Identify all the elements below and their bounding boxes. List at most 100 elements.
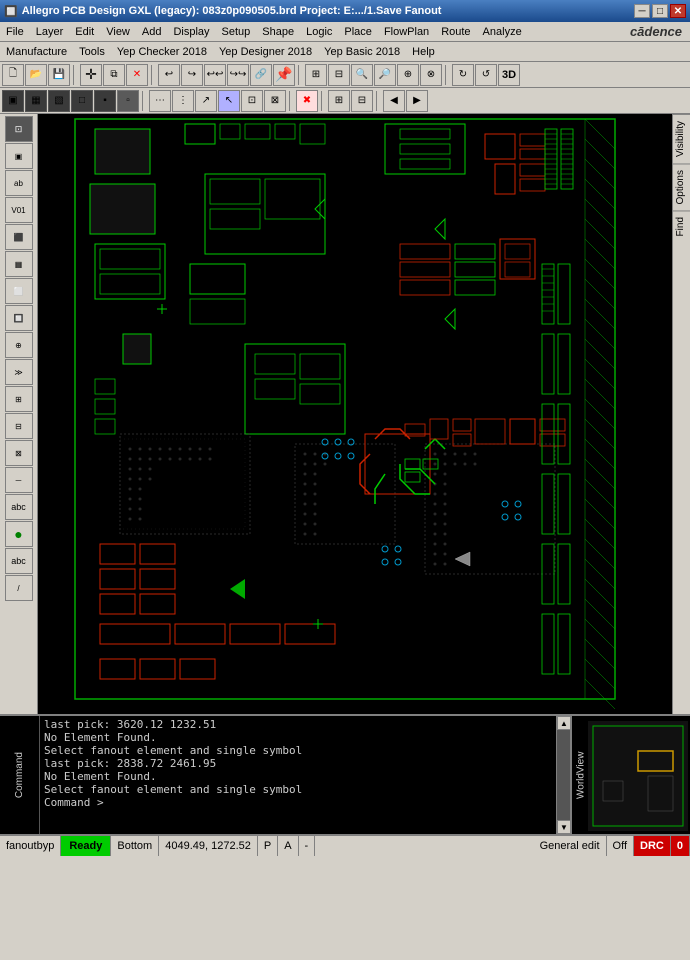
a-indicator[interactable]: A — [278, 836, 298, 856]
tb-copy[interactable]: ⧉ — [103, 64, 125, 86]
mode-indicator: General edit — [534, 836, 607, 856]
tb-ratsnest[interactable]: 🔗 — [250, 64, 272, 86]
minimize-button[interactable]: ─ — [634, 4, 650, 18]
lt-2[interactable]: ab — [5, 170, 33, 196]
menu-layer[interactable]: Layer — [30, 24, 70, 40]
menu-help[interactable]: Help — [406, 44, 441, 60]
off-indicator: Off — [607, 836, 634, 856]
tb2-del[interactable]: ✖ — [296, 90, 318, 112]
tb2-1[interactable]: ▣ — [2, 90, 24, 112]
menu-file[interactable]: File — [0, 24, 30, 40]
menu-add[interactable]: Add — [136, 24, 168, 40]
find-tab[interactable]: Find — [673, 210, 690, 242]
lt-4[interactable]: ⬛ — [5, 224, 33, 250]
menu-analyze[interactable]: Analyze — [477, 24, 528, 40]
lt-10[interactable]: ⊞ — [5, 386, 33, 412]
drc-indicator[interactable]: DRC — [634, 836, 671, 856]
tb-open[interactable]: 📂 — [25, 64, 47, 86]
tb2-11[interactable]: ⊞ — [328, 90, 350, 112]
lt-text[interactable]: abc — [5, 494, 33, 520]
lt-12[interactable]: ⊠ — [5, 440, 33, 466]
tb-zoom-in[interactable]: 🔍 — [351, 64, 373, 86]
tb-grid2[interactable]: ⊟ — [328, 64, 350, 86]
lt-8[interactable]: ⊕ — [5, 332, 33, 358]
app-icon: 🔲 — [4, 5, 18, 18]
menu-view[interactable]: View — [100, 24, 136, 40]
tb2-8[interactable]: ⋮ — [172, 90, 194, 112]
canvas-area[interactable] — [38, 114, 672, 714]
right-panel: Visibility Options Find — [672, 114, 690, 714]
tb-new[interactable]: 🗋 — [2, 64, 24, 86]
p-indicator[interactable]: P — [258, 836, 278, 856]
tb2-arr-l[interactable]: ◀ — [383, 90, 405, 112]
tb-undo2[interactable]: ↩↩ — [204, 64, 226, 86]
menu-setup[interactable]: Setup — [216, 24, 257, 40]
tb2-4[interactable]: □ — [71, 90, 93, 112]
tb2-3[interactable]: ▧ — [48, 90, 70, 112]
menu-yep-basic[interactable]: Yep Basic 2018 — [318, 44, 406, 60]
titlebar: 🔲 Allegro PCB Design GXL (legacy): 083z0… — [0, 0, 690, 22]
lt-5[interactable]: ▦ — [5, 251, 33, 277]
lt-9[interactable]: ≫ — [5, 359, 33, 385]
tb2-sel[interactable]: ↖ — [218, 90, 240, 112]
visibility-tab[interactable]: Visibility — [673, 114, 690, 163]
tb2-arr-r[interactable]: ▶ — [406, 90, 428, 112]
worldview-label: WorldView — [574, 716, 588, 834]
titlebar-controls[interactable]: ─ □ ✕ — [634, 4, 686, 18]
menu-edit[interactable]: Edit — [69, 24, 100, 40]
tb-delete[interactable]: ✕ — [126, 64, 148, 86]
cmd-line-3: Select fanout element and single symbol — [44, 744, 552, 757]
tb-zoom-fit[interactable]: ⊕ — [397, 64, 419, 86]
lt-11[interactable]: ⊟ — [5, 413, 33, 439]
tb-redo2[interactable]: ↪↪ — [227, 64, 249, 86]
lt-3[interactable]: V01 — [5, 197, 33, 223]
menu-display[interactable]: Display — [167, 24, 215, 40]
lt-circle[interactable]: ● — [5, 521, 33, 547]
menu-flowplan[interactable]: FlowPlan — [378, 24, 435, 40]
tb-zoom-sel[interactable]: ⊗ — [420, 64, 442, 86]
tb-redo[interactable]: ↪ — [181, 64, 203, 86]
menu-shape[interactable]: Shape — [256, 24, 300, 40]
tb-undo[interactable]: ↩ — [158, 64, 180, 86]
cmd-line-2: No Element Found. — [44, 731, 552, 744]
tb-refresh[interactable]: ↻ — [452, 64, 474, 86]
tb2-6[interactable]: ▫ — [117, 90, 139, 112]
tb2-5[interactable]: ▪ — [94, 90, 116, 112]
tb-grid[interactable]: ⊞ — [305, 64, 327, 86]
maximize-button[interactable]: □ — [652, 4, 668, 18]
tb-save[interactable]: 💾 — [48, 64, 70, 86]
tb2-10[interactable]: ⊠ — [264, 90, 286, 112]
lt-7[interactable]: 🔲 — [5, 305, 33, 331]
command-label: Command — [14, 752, 25, 798]
options-tab[interactable]: Options — [673, 163, 690, 210]
scroll-down[interactable]: ▼ — [557, 820, 571, 834]
menu-manufacture[interactable]: Manufacture — [0, 44, 73, 60]
tb2-2[interactable]: ▦ — [25, 90, 47, 112]
lt-14[interactable]: / — [5, 575, 33, 601]
tb2-route[interactable]: ↗ — [195, 90, 217, 112]
lt-text2[interactable]: abc — [5, 548, 33, 574]
lt-1[interactable]: ▣ — [5, 143, 33, 169]
menu-place[interactable]: Place — [338, 24, 378, 40]
menu-yep-designer[interactable]: Yep Designer 2018 — [213, 44, 318, 60]
tb2-12[interactable]: ⊟ — [351, 90, 373, 112]
tb-zoom-out[interactable]: 🔎 — [374, 64, 396, 86]
lt-6[interactable]: ⬜ — [5, 278, 33, 304]
tb-pin[interactable]: 📌 — [273, 64, 295, 86]
menu-tools[interactable]: Tools — [73, 44, 111, 60]
lt-select[interactable]: ⊡ — [5, 116, 33, 142]
tb-redraw[interactable]: ↺ — [475, 64, 497, 86]
toolbar1: 🗋 📂 💾 ✛ ⧉ ✕ ↩ ↪ ↩↩ ↪↪ 🔗 📌 ⊞ ⊟ 🔍 🔎 ⊕ ⊗ ↻ … — [0, 62, 690, 88]
tb2-7[interactable]: ⋯ — [149, 90, 171, 112]
tb-3d[interactable]: 3D — [498, 64, 520, 86]
scroll-up[interactable]: ▲ — [557, 716, 571, 730]
close-button[interactable]: ✕ — [670, 4, 686, 18]
menu-logic[interactable]: Logic — [300, 24, 338, 40]
menu-yep-checker[interactable]: Yep Checker 2018 — [111, 44, 213, 60]
tb2-9[interactable]: ⊡ — [241, 90, 263, 112]
command-scroll[interactable]: ▲ ▼ — [556, 716, 570, 834]
cmd-line-7: Command > — [44, 796, 552, 809]
tb-snap[interactable]: ✛ — [80, 64, 102, 86]
lt-13[interactable]: ─ — [5, 467, 33, 493]
menu-route[interactable]: Route — [435, 24, 476, 40]
